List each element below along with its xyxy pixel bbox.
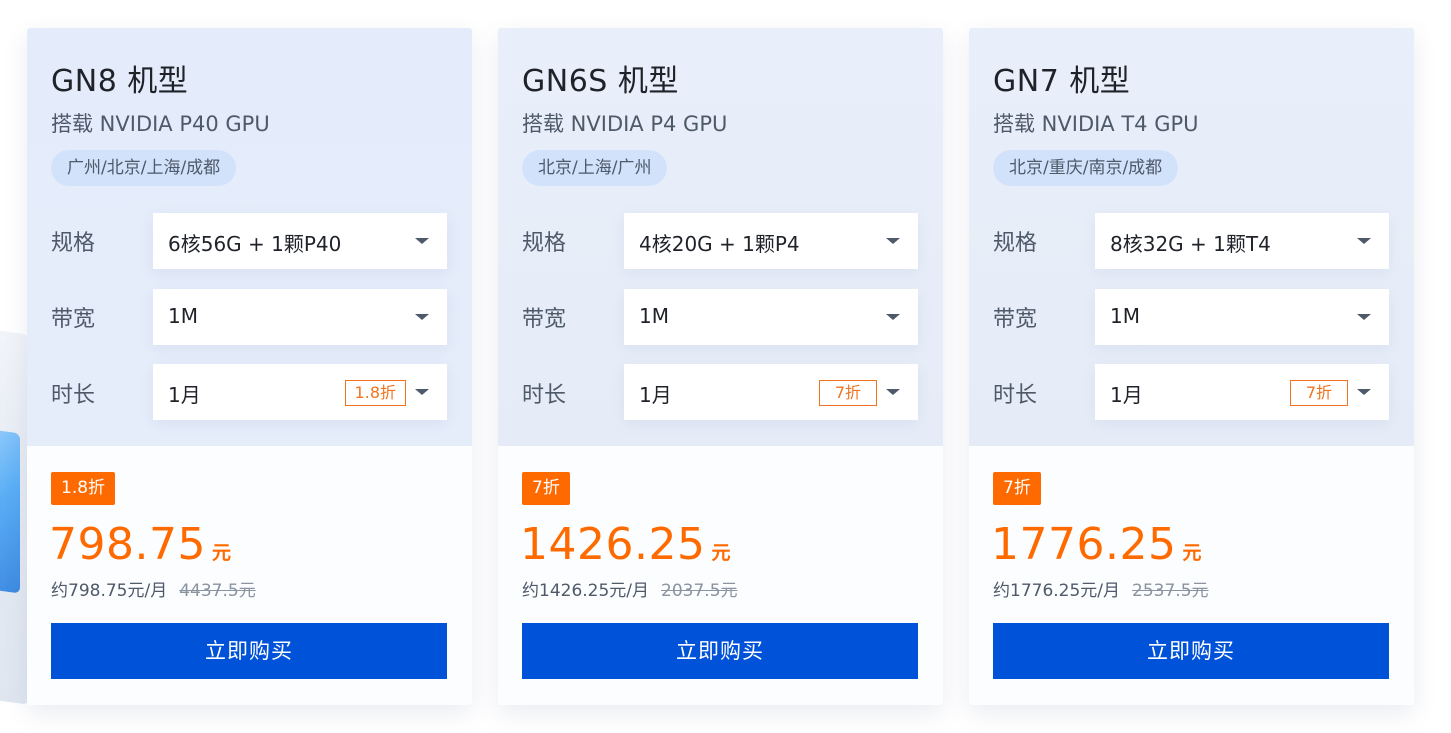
monthly-price: 约798.75元/月 4437.5元 bbox=[51, 576, 256, 601]
duration-select-value: 1月 bbox=[639, 383, 672, 407]
chevron-down-icon bbox=[415, 389, 429, 395]
chevron-down-icon bbox=[886, 389, 900, 395]
price: 798.75 元 bbox=[49, 519, 231, 570]
duration-label: 时长 bbox=[51, 383, 96, 408]
price: 1776.25 元 bbox=[991, 519, 1201, 570]
original-price: 2537.5元 bbox=[1132, 581, 1209, 601]
buy-now-button[interactable]: 立即购买 bbox=[51, 623, 447, 679]
bandwidth-select-value: 1M bbox=[168, 304, 198, 328]
card-title: GN7 机型 bbox=[993, 64, 1131, 99]
duration-label: 时长 bbox=[522, 383, 567, 408]
spec-select-value: 6核56G + 1颗P40 bbox=[168, 232, 342, 256]
spec-select-value: 4核20G + 1颗P4 bbox=[639, 232, 800, 256]
chevron-down-icon bbox=[886, 314, 900, 320]
duration-discount-tag: 7折 bbox=[818, 380, 877, 406]
discount-badge: 1.8折 bbox=[51, 472, 116, 505]
bandwidth-select-value: 1M bbox=[639, 304, 669, 328]
bandwidth-label: 带宽 bbox=[993, 307, 1038, 332]
duration-select-value: 1月 bbox=[168, 383, 201, 407]
product-cards: GN8 机型 搭载 NVIDIA P40 GPU 广州/北京/上海/成都 规格 … bbox=[0, 0, 1451, 733]
price-value: 798.75 bbox=[49, 519, 206, 570]
chevron-down-icon bbox=[415, 314, 429, 320]
price-value: 1426.25 bbox=[520, 519, 706, 570]
product-card-gn6s: GN6S 机型 搭载 NVIDIA P4 GPU 北京/上海/广州 规格 4核2… bbox=[498, 28, 943, 705]
product-card-gn7: GN7 机型 搭载 NVIDIA T4 GPU 北京/重庆/南京/成都 规格 8… bbox=[969, 28, 1414, 705]
spec-label: 规格 bbox=[993, 231, 1038, 256]
monthly-price-text: 约1426.25元/月 bbox=[522, 581, 650, 601]
chevron-down-icon bbox=[415, 238, 429, 244]
card-title: GN8 机型 bbox=[51, 64, 189, 99]
card-subtitle: 搭载 NVIDIA T4 GPU bbox=[993, 112, 1199, 136]
bandwidth-select[interactable]: 1M bbox=[624, 289, 918, 345]
monthly-price: 约1426.25元/月 2037.5元 bbox=[522, 576, 738, 601]
chevron-down-icon bbox=[886, 238, 900, 244]
card-subtitle: 搭载 NVIDIA P4 GPU bbox=[522, 112, 728, 136]
price-unit: 元 bbox=[1182, 542, 1202, 564]
bandwidth-label: 带宽 bbox=[51, 307, 96, 332]
duration-select-value: 1月 bbox=[1110, 383, 1143, 407]
bandwidth-select-value: 1M bbox=[1110, 304, 1140, 328]
monthly-price-text: 约1776.25元/月 bbox=[993, 581, 1121, 601]
duration-select[interactable]: 1月 1.8折 bbox=[153, 364, 447, 420]
duration-discount-tag: 1.8折 bbox=[344, 380, 406, 406]
region-tag: 北京/上海/广州 bbox=[522, 150, 668, 186]
region-tag: 北京/重庆/南京/成都 bbox=[993, 150, 1179, 186]
discount-badge: 7折 bbox=[522, 472, 570, 505]
discount-badge: 7折 bbox=[993, 472, 1041, 505]
monthly-price-text: 约798.75元/月 bbox=[51, 581, 168, 601]
card-title: GN6S 机型 bbox=[522, 64, 679, 99]
price-value: 1776.25 bbox=[991, 519, 1177, 570]
spec-select[interactable]: 4核20G + 1颗P4 bbox=[624, 213, 918, 269]
chevron-down-icon bbox=[1357, 389, 1371, 395]
buy-now-button[interactable]: 立即购买 bbox=[993, 623, 1389, 679]
original-price: 2037.5元 bbox=[661, 581, 738, 601]
product-card-gn8: GN8 机型 搭载 NVIDIA P40 GPU 广州/北京/上海/成都 规格 … bbox=[27, 28, 472, 705]
duration-select[interactable]: 1月 7折 bbox=[624, 364, 918, 420]
duration-discount-tag: 7折 bbox=[1289, 380, 1348, 406]
price: 1426.25 元 bbox=[520, 519, 730, 570]
spec-label: 规格 bbox=[51, 231, 96, 256]
bandwidth-select[interactable]: 1M bbox=[153, 289, 447, 345]
region-tag: 广州/北京/上海/成都 bbox=[51, 150, 237, 186]
chevron-down-icon bbox=[1357, 314, 1371, 320]
original-price: 4437.5元 bbox=[179, 581, 256, 601]
price-unit: 元 bbox=[711, 542, 731, 564]
card-subtitle: 搭载 NVIDIA P40 GPU bbox=[51, 112, 270, 136]
spec-select-value: 8核32G + 1颗T4 bbox=[1110, 232, 1271, 256]
spec-select[interactable]: 8核32G + 1颗T4 bbox=[1095, 213, 1389, 269]
duration-label: 时长 bbox=[993, 383, 1038, 408]
bandwidth-label: 带宽 bbox=[522, 307, 567, 332]
bandwidth-select[interactable]: 1M bbox=[1095, 289, 1389, 345]
price-unit: 元 bbox=[211, 542, 231, 564]
duration-select[interactable]: 1月 7折 bbox=[1095, 364, 1389, 420]
spec-select[interactable]: 6核56G + 1颗P40 bbox=[153, 213, 447, 269]
monthly-price: 约1776.25元/月 2537.5元 bbox=[993, 576, 1209, 601]
spec-label: 规格 bbox=[522, 231, 567, 256]
chevron-down-icon bbox=[1357, 238, 1371, 244]
buy-now-button[interactable]: 立即购买 bbox=[522, 623, 918, 679]
